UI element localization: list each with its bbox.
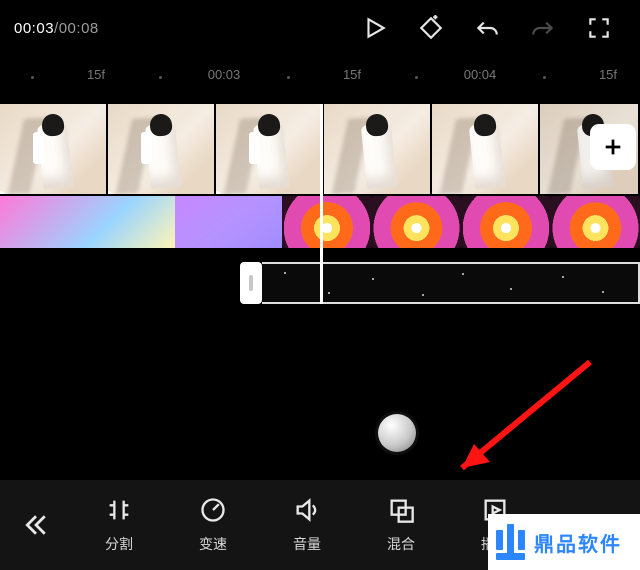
overlay-clip-handle[interactable] bbox=[240, 262, 262, 304]
watermark-text: 鼎品软件 bbox=[534, 528, 622, 557]
tool-label: 混合 bbox=[387, 534, 415, 554]
effect-clip-gradient[interactable] bbox=[0, 196, 175, 248]
tool-label: 分割 bbox=[105, 534, 133, 554]
fullscreen-button[interactable] bbox=[572, 8, 626, 48]
effect-clip-sunset[interactable] bbox=[551, 196, 640, 248]
watermark-logo-icon bbox=[496, 524, 528, 560]
ruler-tick: 15f bbox=[64, 67, 128, 82]
speed-icon bbox=[199, 496, 227, 524]
keyframe-add-button[interactable] bbox=[404, 8, 458, 48]
clip-handle[interactable] bbox=[141, 132, 152, 164]
overlay-clip[interactable] bbox=[262, 262, 640, 304]
ruler-tick: 15f bbox=[576, 67, 640, 82]
add-clip-button[interactable] bbox=[590, 124, 636, 170]
clip-handle[interactable] bbox=[33, 132, 44, 164]
ruler-tick: 15f bbox=[320, 67, 384, 82]
video-clip[interactable] bbox=[0, 104, 106, 194]
split-icon bbox=[105, 496, 133, 524]
video-clip[interactable] bbox=[216, 104, 322, 194]
tool-split[interactable]: 分割 bbox=[72, 480, 166, 570]
effect-clip-gradient[interactable] bbox=[175, 196, 282, 248]
app-root: 00:03/00:08 15f 00:03 15f 00:04 15f bbox=[0, 0, 640, 570]
effect-clip-sunset[interactable] bbox=[461, 196, 550, 248]
play-button[interactable] bbox=[348, 8, 402, 48]
video-clip[interactable] bbox=[324, 104, 430, 194]
blend-icon bbox=[387, 496, 415, 524]
floating-handle[interactable] bbox=[378, 414, 416, 452]
volume-icon bbox=[293, 496, 321, 524]
undo-button[interactable] bbox=[460, 8, 514, 48]
video-clip[interactable] bbox=[108, 104, 214, 194]
redo-button[interactable] bbox=[516, 8, 570, 48]
ruler-tick: 00:03 bbox=[192, 67, 256, 82]
tool-label: 变速 bbox=[199, 534, 227, 554]
timecode-total: 00:08 bbox=[59, 20, 99, 37]
transport-bar: 00:03/00:08 bbox=[0, 0, 640, 56]
tool-speed[interactable]: 变速 bbox=[166, 480, 260, 570]
timecode: 00:03/00:08 bbox=[14, 20, 99, 37]
timecode-current: 00:03 bbox=[14, 20, 54, 37]
playhead[interactable] bbox=[320, 104, 323, 304]
watermark: 鼎品软件 bbox=[488, 514, 640, 570]
effect-clip-sunset[interactable] bbox=[282, 196, 371, 248]
tool-blend[interactable]: 混合 bbox=[354, 480, 448, 570]
tool-label: 音量 bbox=[293, 534, 321, 554]
time-ruler[interactable]: 15f 00:03 15f 00:04 15f bbox=[0, 56, 640, 86]
back-button[interactable] bbox=[0, 480, 72, 570]
timeline[interactable] bbox=[0, 104, 640, 304]
effect-clip-sunset[interactable] bbox=[372, 196, 461, 248]
clip-handle[interactable] bbox=[249, 132, 260, 164]
video-clip[interactable] bbox=[432, 104, 538, 194]
tool-volume[interactable]: 音量 bbox=[260, 480, 354, 570]
ruler-tick: 00:04 bbox=[448, 67, 512, 82]
